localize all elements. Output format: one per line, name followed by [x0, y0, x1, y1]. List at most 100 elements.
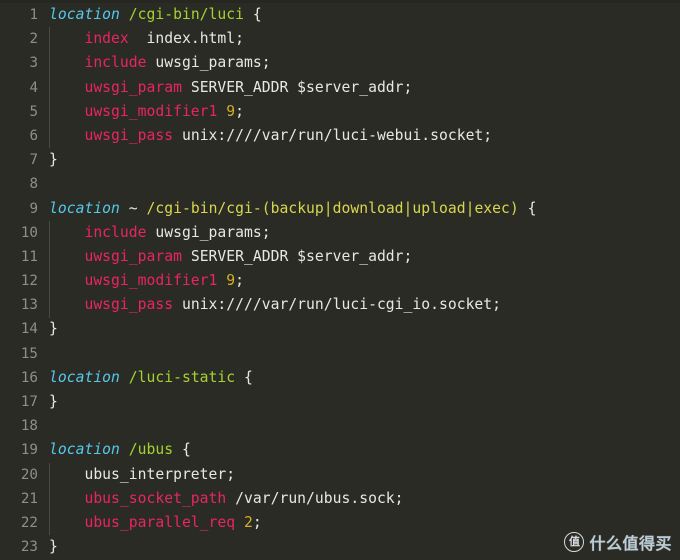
code-text: ubus_interpreter; — [38, 463, 235, 487]
code-text: uwsgi_param SERVER_ADDR $server_addr; — [38, 245, 412, 269]
code-text: } — [38, 390, 58, 414]
token-val: ubus_interpreter; — [84, 465, 236, 483]
line-number: 12 — [20, 273, 38, 290]
code-line[interactable]: 4 uwsgi_param SERVER_ADDR $server_addr; — [0, 76, 680, 100]
indent-guide — [49, 462, 50, 536]
token-uri: /luci-static — [128, 368, 236, 386]
token-kw: location — [49, 441, 120, 459]
token-val: unix:////var/run/luci-cgi_io.socket; — [181, 296, 502, 314]
line-number: 21 — [20, 490, 38, 507]
line-number: 13 — [20, 297, 38, 314]
line-number: 5 — [29, 103, 38, 120]
line-number: 22 — [20, 514, 38, 531]
token-dir: uwsgi_modifier1 — [84, 272, 218, 290]
code-line[interactable]: 23} — [0, 535, 680, 559]
code-line[interactable]: 17} — [0, 390, 680, 414]
token-dir: include — [84, 223, 147, 241]
code-text: location /luci-static { — [38, 366, 253, 390]
code-text: location ~ /cgi-bin/cgi-(backup|download… — [38, 197, 537, 221]
token-kw: location — [49, 199, 120, 217]
code-text: ubus_socket_path /var/run/ubus.sock; — [38, 487, 404, 511]
token-regex: /cgi-bin/cgi-(backup|download|upload|exe… — [146, 199, 519, 217]
token-dir: ubus_socket_path — [84, 489, 227, 507]
line-number: 17 — [20, 394, 38, 410]
code-line[interactable]: 9 location ~ /cgi-bin/cgi-(backup|downloa… — [0, 197, 680, 221]
token-dir: index — [84, 30, 129, 48]
token-brace: { — [252, 6, 262, 23]
token-dir: uwsgi_param — [84, 247, 182, 265]
token-num: 9 — [226, 102, 236, 120]
code-line[interactable]: 8 — [0, 172, 680, 196]
line-number: 10 — [20, 224, 38, 241]
code-line[interactable]: 5 uwsgi_modifier1 9; — [0, 100, 680, 124]
token-dir: uwsgi_pass — [84, 126, 174, 144]
token-kw: location — [49, 368, 120, 386]
line-number: 14 — [20, 321, 38, 338]
token-uri: /ubus — [128, 441, 174, 459]
code-line[interactable]: 14} — [0, 317, 680, 341]
token-val: SERVER_ADDR $server_addr; — [190, 78, 413, 96]
code-line[interactable]: 13 uwsgi_pass unix:////var/run/luci-cgi_… — [0, 293, 680, 317]
code-text: uwsgi_modifier1 9; — [38, 269, 244, 293]
code-editor[interactable]: 1 location /cgi-bin/luci {2 index index.h… — [0, 0, 680, 560]
code-text: uwsgi_param SERVER_ADDR $server_addr; — [38, 76, 412, 100]
token-num: 9 — [226, 272, 236, 290]
code-line[interactable]: 15 — [0, 342, 680, 366]
line-number: 7 — [29, 152, 38, 169]
code-line[interactable]: 12 uwsgi_modifier1 9; — [0, 269, 680, 293]
line-number: 4 — [29, 79, 38, 96]
code-line[interactable]: 22 ubus_parallel_req 2; — [0, 511, 680, 535]
token-brace: } — [49, 151, 58, 169]
token-val: ; — [235, 272, 245, 290]
code-text: index index.html; — [38, 27, 244, 51]
code-text: uwsgi_pass unix:////var/run/luci-cgi_io.… — [38, 293, 501, 317]
token-val: ; — [252, 513, 262, 531]
token-brace: { — [181, 441, 191, 459]
code-line[interactable]: 11 uwsgi_param SERVER_ADDR $server_addr; — [0, 245, 680, 269]
code-line[interactable]: 10 include uwsgi_params; — [0, 221, 680, 245]
line-number: 9 — [29, 200, 38, 217]
code-text: location /cgi-bin/luci { — [38, 3, 262, 27]
line-number: 18 — [20, 418, 38, 435]
line-number: 19 — [20, 442, 38, 459]
token-val: uwsgi_params; — [155, 223, 271, 241]
code-line[interactable]: 3 include uwsgi_params; — [0, 51, 680, 75]
token-brace: { — [244, 368, 253, 386]
token-brace: } — [49, 538, 58, 556]
token-val: ; — [235, 102, 245, 120]
line-number: 6 — [29, 127, 38, 144]
code-lines-container[interactable]: 1 location /cgi-bin/luci {2 index index.h… — [0, 3, 680, 559]
code-text: uwsgi_modifier1 9; — [38, 100, 244, 124]
code-line[interactable]: 7} — [0, 148, 680, 172]
code-line[interactable]: 21 ubus_socket_path /var/run/ubus.sock; — [0, 487, 680, 511]
code-line[interactable]: 1 location /cgi-bin/luci { — [0, 3, 680, 27]
code-line[interactable]: 18 — [0, 414, 680, 438]
token-val: SERVER_ADDR $server_addr; — [190, 247, 413, 265]
code-line[interactable]: 2 index index.html; — [0, 27, 680, 51]
code-line[interactable]: 6 uwsgi_pass unix:////var/run/luci-webui… — [0, 124, 680, 148]
token-brace: } — [49, 393, 58, 410]
code-text: } — [38, 535, 58, 559]
code-line[interactable]: 19 location /ubus { — [0, 438, 680, 462]
code-line[interactable]: 16 location /luci-static { — [0, 366, 680, 390]
token-val: index.html; — [146, 30, 245, 48]
code-line[interactable]: 20 ubus_interpreter; — [0, 463, 680, 487]
